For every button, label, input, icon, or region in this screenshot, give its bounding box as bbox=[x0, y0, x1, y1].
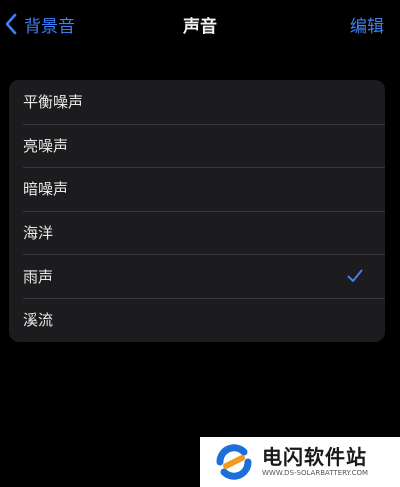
sound-item-label: 海洋 bbox=[23, 224, 54, 243]
sound-item-balanced-noise[interactable]: 平衡噪声 bbox=[9, 80, 385, 124]
sound-item-stream[interactable]: 溪流 bbox=[9, 297, 385, 342]
sound-item-label: 暗噪声 bbox=[23, 180, 69, 199]
sound-item-bright-noise[interactable]: 亮噪声 bbox=[9, 123, 385, 168]
sound-item-label: 亮噪声 bbox=[23, 136, 69, 155]
navigation-bar: 背景音 声音 编辑 bbox=[0, 0, 400, 48]
sound-item-rain[interactable]: 雨声 bbox=[9, 254, 385, 298]
sound-item-label: 平衡噪声 bbox=[23, 93, 84, 112]
page-title: 声音 bbox=[183, 17, 217, 37]
watermark-url: WWW.DS-SOLARBATTERY.COM bbox=[262, 469, 369, 477]
watermark-name: 电闪软件站 bbox=[262, 445, 367, 469]
edit-button[interactable]: 编辑 bbox=[350, 12, 384, 37]
checkmark-icon bbox=[347, 269, 363, 283]
sound-item-ocean[interactable]: 海洋 bbox=[9, 210, 385, 255]
ds-logo-icon bbox=[214, 442, 254, 482]
sound-list: 平衡噪声 亮噪声 暗噪声 海洋 雨声 溪流 bbox=[9, 80, 385, 342]
sound-item-label: 溪流 bbox=[23, 311, 54, 330]
watermark-text: 电闪软件站 WWW.DS-SOLARBATTERY.COM bbox=[262, 446, 368, 478]
watermark: 电闪软件站 WWW.DS-SOLARBATTERY.COM bbox=[200, 437, 400, 487]
sound-item-label: 雨声 bbox=[23, 267, 54, 286]
sound-item-dark-noise[interactable]: 暗噪声 bbox=[9, 167, 385, 211]
